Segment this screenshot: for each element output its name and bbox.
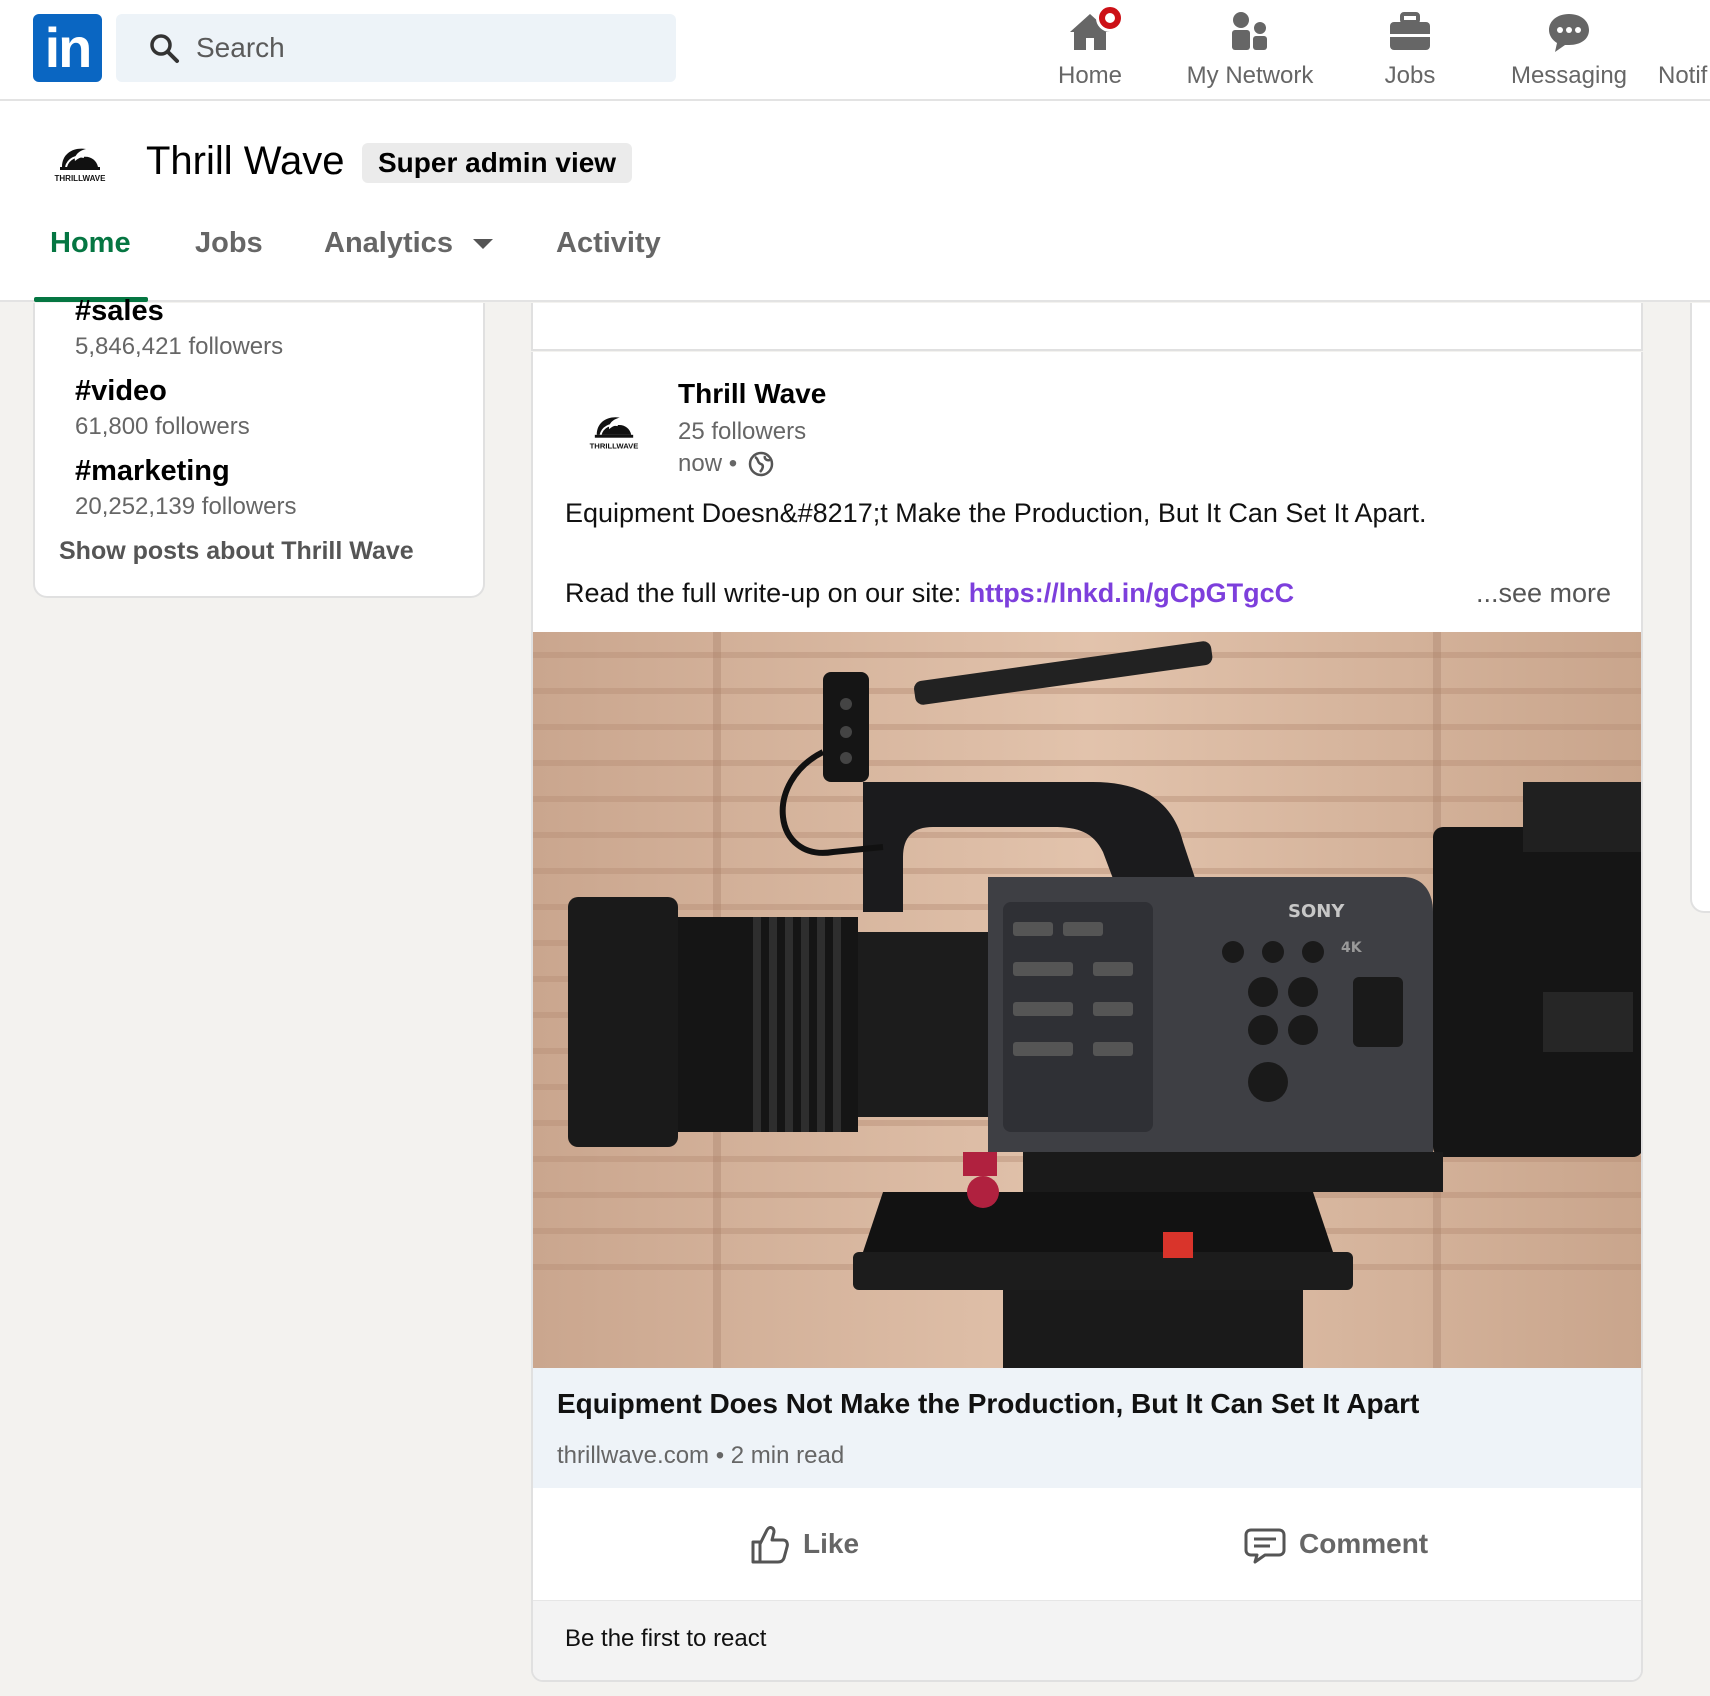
nav-item-home[interactable]: Home [1054, 4, 1126, 94]
nav-item-my-network[interactable]: My Network [1178, 8, 1322, 94]
camera-brand-text: SONY [1288, 901, 1345, 922]
nav-label: Messaging [1510, 62, 1628, 89]
tab-jobs[interactable]: Jobs [195, 223, 263, 301]
post-timestamp: now • [678, 450, 775, 478]
see-more-button[interactable]: ...see more [1476, 578, 1611, 609]
company-logo: THRILLWAVE [55, 148, 107, 183]
nav-label: Jobs [1384, 62, 1436, 89]
company-name: Thrill Wave [146, 139, 345, 183]
post-link-line: Read the full write-up on our site: http… [565, 578, 1294, 609]
like-label: Like [803, 1528, 860, 1559]
post-body-text: Equipment Doesn&#8217;t Make the Product… [565, 498, 1427, 528]
notification-badge [1096, 4, 1124, 32]
right-sidebar-card-edge [1690, 303, 1710, 913]
article-title[interactable]: Equipment Does Not Make the Production, … [557, 1388, 1419, 1420]
super-admin-badge: Super admin view [362, 143, 633, 183]
tab-label: Activity [556, 227, 661, 259]
tab-label: Home [50, 227, 131, 259]
nav-item-messaging[interactable]: Messaging [1504, 8, 1634, 94]
camera-4k-text: 4K [1341, 940, 1363, 956]
post-link-prefix: Read the full write-up on our site: [565, 578, 969, 608]
caret-down-icon [472, 239, 493, 250]
globe-icon [748, 451, 774, 477]
hashtag-marketing[interactable]: #marketing [75, 455, 230, 488]
post-image-camera[interactable]: SONY 4K [533, 632, 1641, 1368]
post-action-bar: Like Comment [533, 1488, 1641, 1600]
show-posts-link[interactable]: Show posts about Thrill Wave [59, 537, 414, 566]
search-icon [150, 34, 179, 63]
hashtag-video[interactable]: #video [75, 375, 167, 408]
tab-analytics[interactable]: Analytics [324, 223, 493, 301]
hashtag-followers: 5,846,421 followers [75, 333, 284, 360]
messaging-icon [1545, 8, 1593, 56]
article-meta: thrillwave.com • 2 min read [557, 1442, 845, 1469]
hashtag-followers: 20,252,139 followers [75, 493, 297, 520]
nav-label: My Network [1186, 62, 1314, 89]
comment-button[interactable]: Comment [1243, 1518, 1428, 1570]
linkedin-logo[interactable]: in [33, 14, 102, 82]
comment-label: Comment [1299, 1528, 1429, 1559]
briefcase-icon [1386, 8, 1434, 56]
feed-post: THRILLWAVE Thrill Wave 25 followers now … [531, 352, 1643, 1682]
network-icon [1226, 8, 1274, 56]
bell-icon [1658, 8, 1706, 56]
post-author-followers: 25 followers [678, 418, 807, 445]
search-box[interactable] [116, 14, 676, 82]
react-prompt: Be the first to react [565, 1625, 767, 1652]
like-button[interactable]: Like [747, 1518, 859, 1570]
global-nav: in Home My Network [0, 0, 1710, 101]
post-author-name[interactable]: Thrill Wave [678, 378, 826, 410]
tab-home[interactable]: Home [50, 223, 131, 301]
tab-activity[interactable]: Activity [556, 223, 661, 301]
thumbs-up-icon [751, 1526, 789, 1564]
camera-illustration: SONY 4K [533, 632, 1641, 1368]
tab-label: Jobs [195, 227, 263, 259]
tab-label: Analytics [324, 227, 453, 259]
nav-item-jobs[interactable]: Jobs [1370, 8, 1450, 94]
share-box-remnant [531, 303, 1643, 351]
post-logo-text: THRILLWAVE [590, 441, 639, 450]
article-preview[interactable]: Equipment Does Not Make the Production, … [533, 1368, 1641, 1488]
hashtag-sales[interactable]: #sales [75, 295, 164, 328]
nav-item-notifications[interactable]: Notif [1658, 8, 1710, 94]
search-input[interactable] [196, 14, 656, 82]
hashtags-card: #sales 5,846,421 followers #video 61,800… [33, 295, 485, 598]
company-header: THRILLWAVE Thrill Wave Super admin view … [0, 101, 1710, 302]
company-logo-text: THRILLWAVE [55, 174, 107, 183]
nav-label: Notif [1658, 62, 1708, 89]
comment-icon [1244, 1528, 1286, 1564]
hashtag-followers: 61,800 followers [75, 413, 250, 440]
reactions-bar: Be the first to react [533, 1600, 1641, 1680]
post-author-logo[interactable]: THRILLWAVE [579, 408, 649, 454]
home-icon [1066, 4, 1124, 56]
post-link[interactable]: https://lnkd.in/gCpGTgcC [969, 578, 1294, 608]
post-time-text: now • [678, 450, 738, 477]
nav-label: Home [1057, 62, 1123, 89]
